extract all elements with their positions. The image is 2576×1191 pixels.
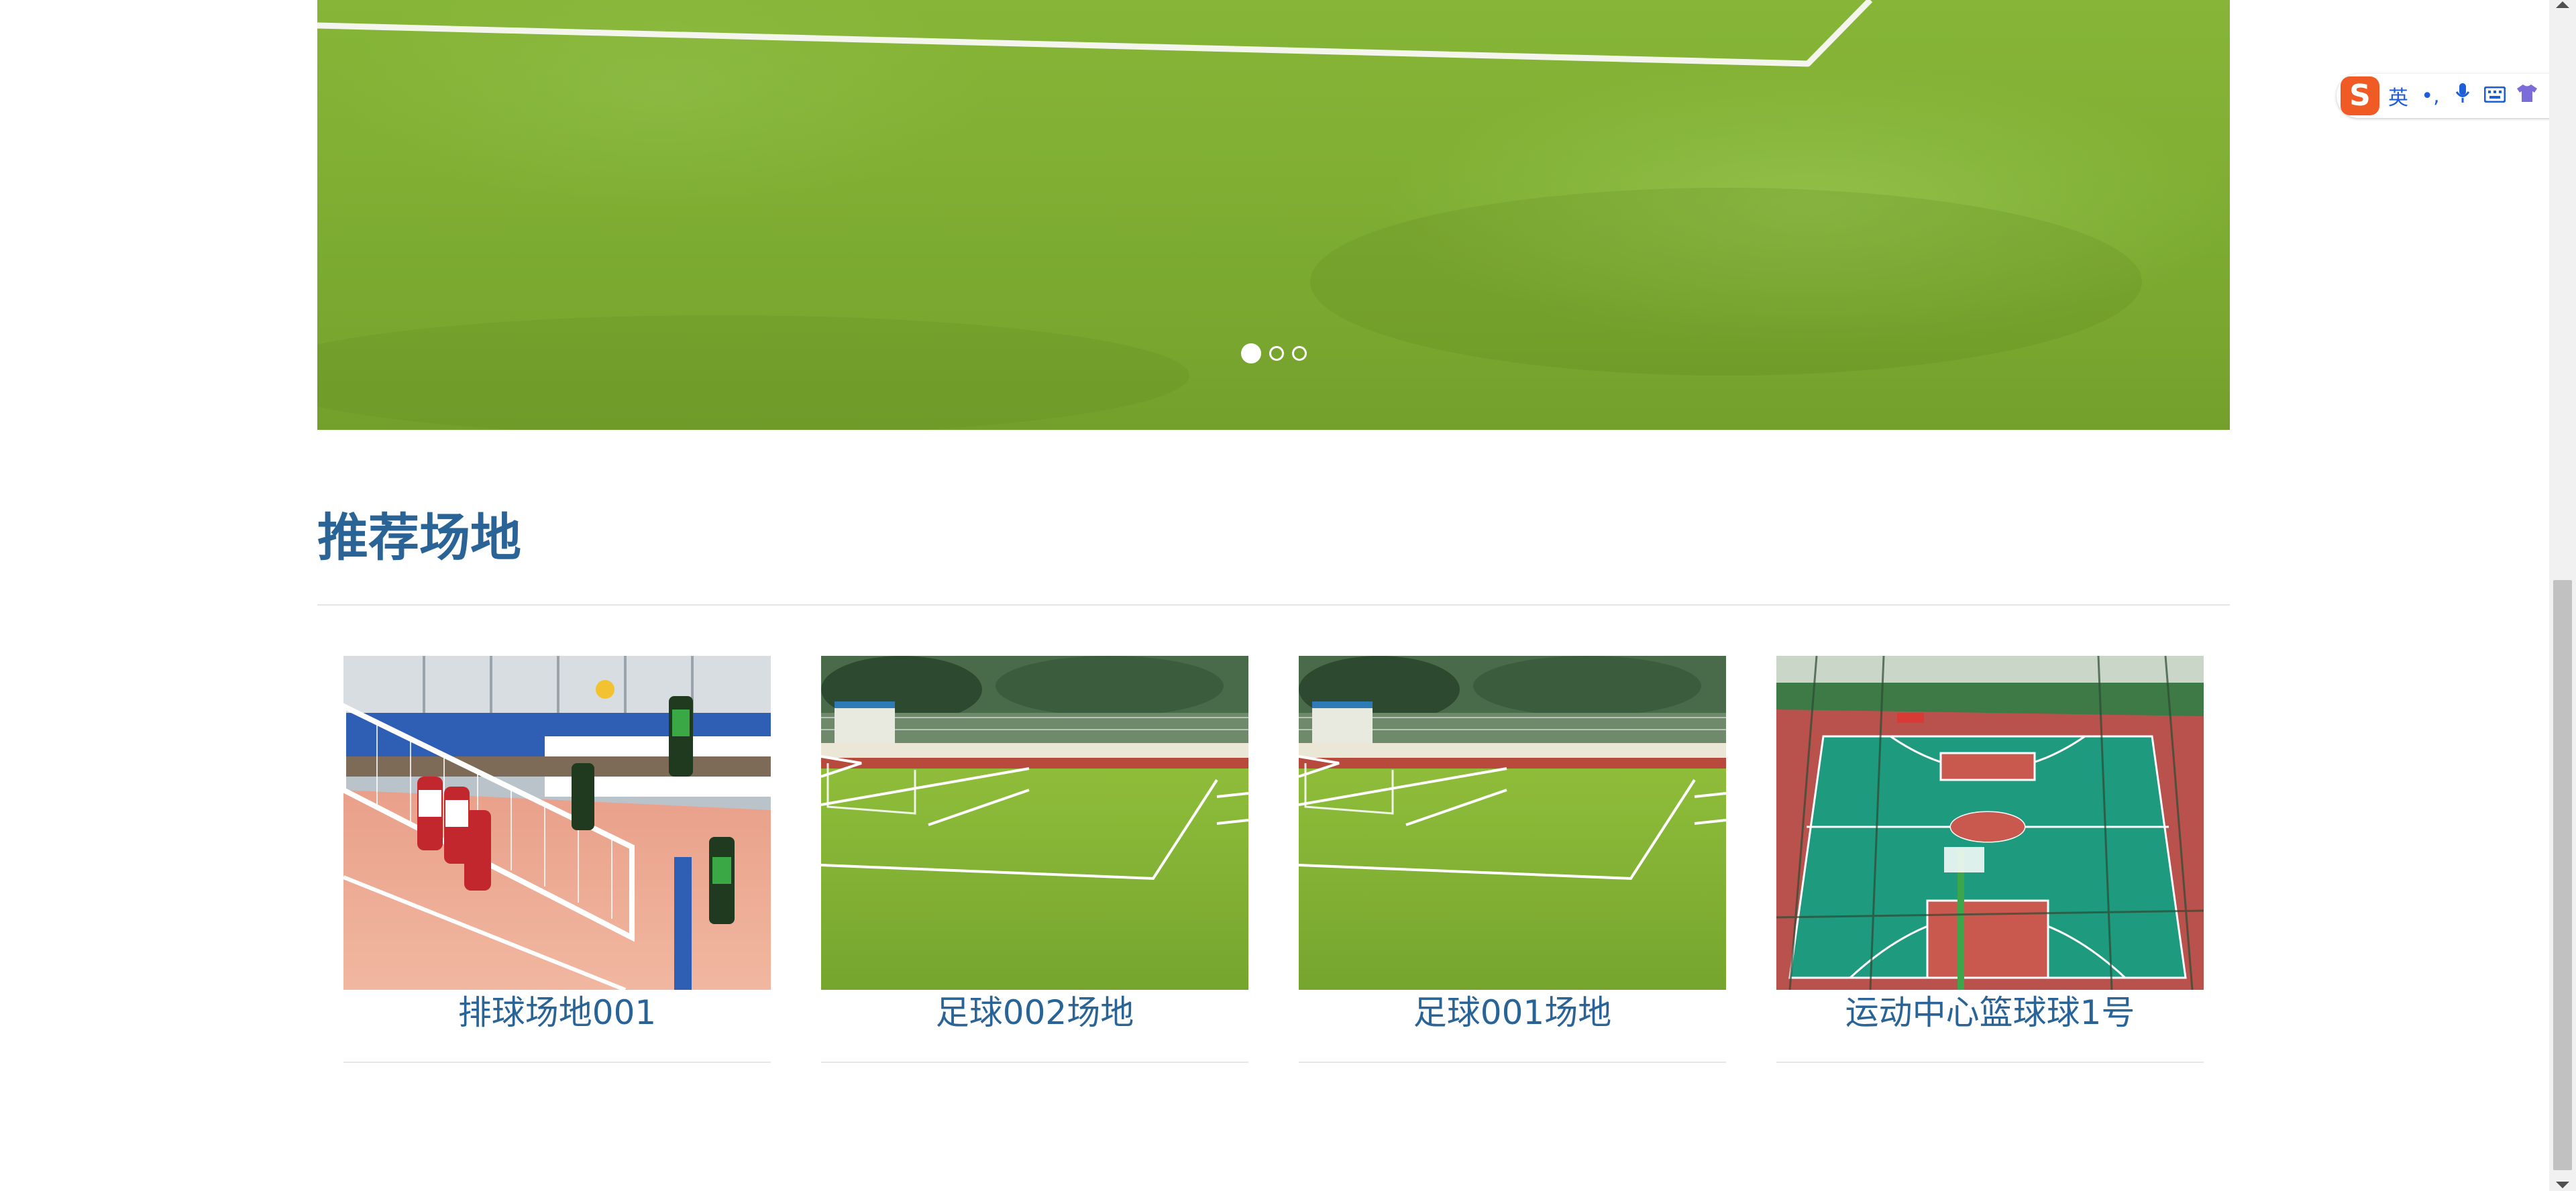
venue-name[interactable]: 足球002场地 bbox=[821, 988, 1248, 1037]
venue-image-soccer-001[interactable] bbox=[1299, 656, 1726, 990]
venue-image-basketball[interactable] bbox=[1776, 656, 2204, 990]
ime-logo[interactable]: S bbox=[2341, 76, 2379, 115]
card-divider bbox=[821, 1062, 1248, 1063]
venue-card-soccer-001[interactable]: 足球001场地 bbox=[1299, 656, 1726, 1064]
keyboard-icon[interactable] bbox=[2481, 84, 2508, 108]
venue-name[interactable]: 排球场地001 bbox=[343, 988, 771, 1037]
carousel-dot-2[interactable] bbox=[1269, 346, 1284, 361]
venue-image-soccer-002[interactable] bbox=[821, 656, 1248, 990]
card-divider bbox=[1299, 1062, 1726, 1063]
ime-language-toggle[interactable]: 英 bbox=[2385, 81, 2412, 111]
skin-shirt-icon[interactable] bbox=[2514, 84, 2540, 108]
venue-card-soccer-002[interactable]: 足球002场地 bbox=[821, 656, 1248, 1064]
scroll-up-icon[interactable] bbox=[2556, 1, 2569, 8]
scroll-down-icon[interactable] bbox=[2556, 1182, 2569, 1188]
ime-toolbar[interactable]: S 英 •, bbox=[2337, 74, 2576, 118]
venue-image-volleyball[interactable] bbox=[343, 656, 771, 990]
venue-name[interactable]: 运动中心篮球球1号 bbox=[1776, 988, 2204, 1037]
card-divider bbox=[343, 1062, 771, 1063]
ime-punctuation-toggle[interactable]: •, bbox=[2417, 84, 2444, 108]
venue-card-basketball[interactable]: 运动中心篮球球1号 bbox=[1776, 656, 2204, 1064]
card-divider bbox=[1776, 1062, 2204, 1063]
page-scrollbar[interactable] bbox=[2549, 0, 2576, 1191]
hero-carousel[interactable] bbox=[317, 0, 2230, 430]
scrollbar-thumb[interactable] bbox=[2553, 580, 2572, 1170]
carousel-dot-3[interactable] bbox=[1291, 346, 1307, 361]
venue-name[interactable]: 足球001场地 bbox=[1299, 988, 1726, 1037]
section-title: 推荐场地 bbox=[317, 508, 521, 567]
carousel-dot-1[interactable] bbox=[1240, 343, 1261, 363]
venue-card-volleyball[interactable]: 排球场地001 bbox=[343, 656, 771, 1064]
section-divider bbox=[317, 604, 2230, 606]
carousel-indicators bbox=[317, 343, 2230, 366]
microphone-icon[interactable] bbox=[2449, 83, 2476, 109]
